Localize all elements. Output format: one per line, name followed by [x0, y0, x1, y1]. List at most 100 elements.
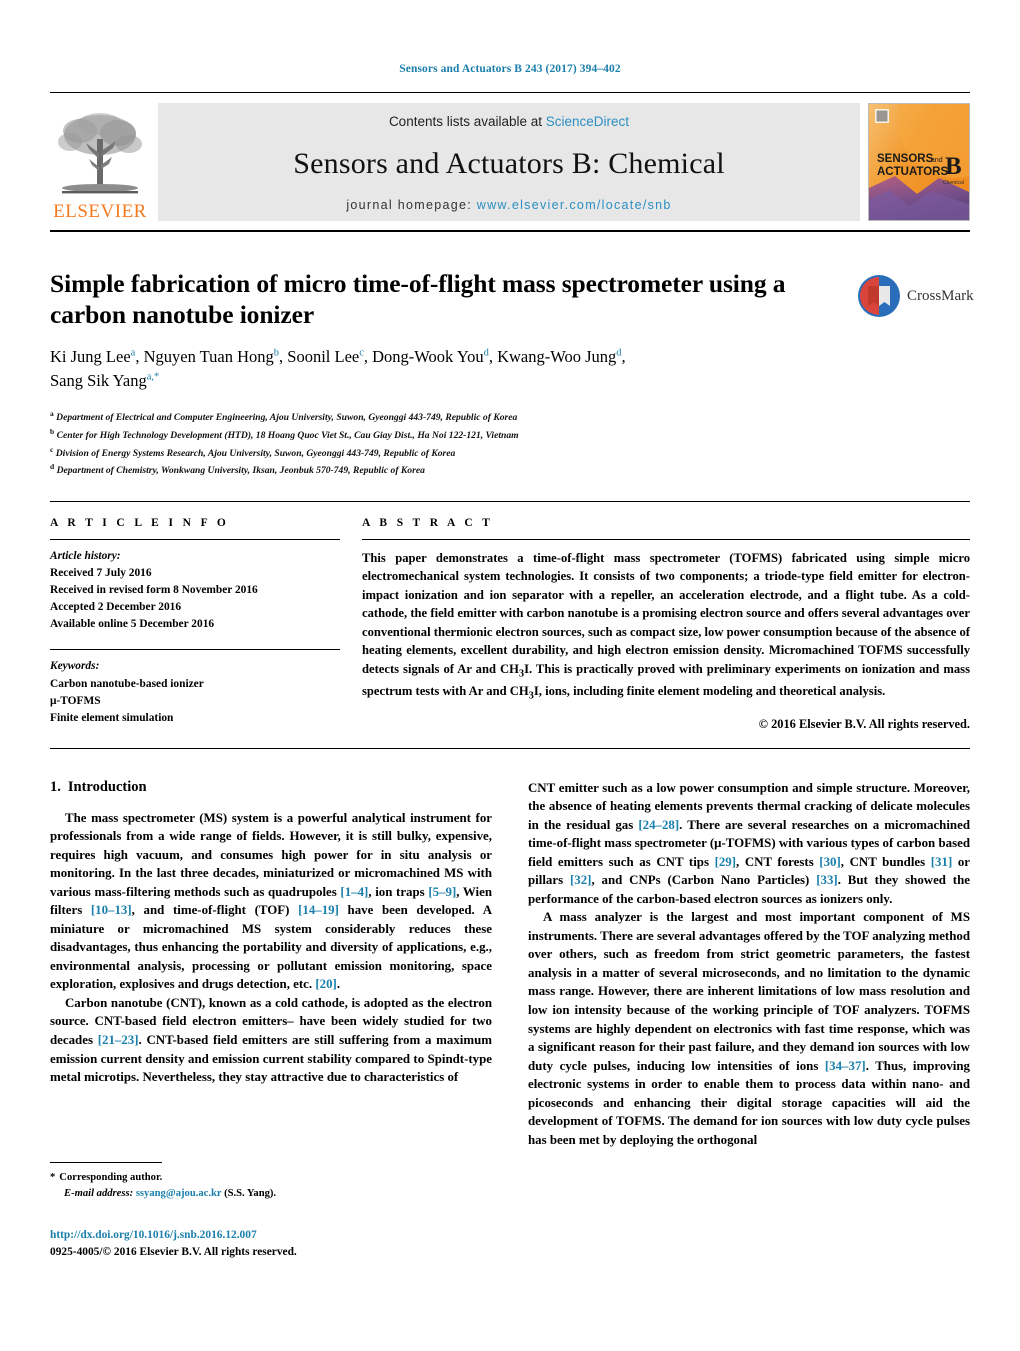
- citation-link[interactable]: [31]: [931, 855, 952, 869]
- elsevier-logo: ELSEVIER: [50, 103, 150, 221]
- citation-link[interactable]: [32]: [570, 873, 591, 887]
- svg-text:and: and: [931, 157, 943, 164]
- author-affil-marker: d: [483, 347, 489, 359]
- author-name: Soonil Lee: [287, 347, 360, 367]
- author-item[interactable]: Ki Jung Leea: [50, 347, 135, 366]
- footnote-corresponding-line: * Corresponding author.: [50, 1170, 468, 1186]
- contents-prefix: Contents lists available at: [388, 114, 546, 129]
- paragraph: CNT emitter such as a low power consumpt…: [528, 780, 971, 906]
- author-affil-marker: c: [359, 347, 364, 359]
- abstract-text: This paper demonstrates a time-of-flight…: [362, 549, 970, 704]
- keyword-item: Finite element simulation: [50, 711, 174, 724]
- email-label: E-mail address:: [64, 1188, 134, 1200]
- affiliation-text: Division of Energy Systems Research, Ajo…: [55, 447, 456, 459]
- author-name: Dong-Wook You: [372, 347, 484, 367]
- citation-link[interactable]: [14–19]: [298, 903, 339, 917]
- affiliation-text: Department of Chemistry, Wonkwang Univer…: [56, 465, 425, 477]
- journal-homepage-line: journal homepage: www.elsevier.com/locat…: [346, 198, 671, 212]
- svg-text:SENSORS: SENSORS: [877, 153, 934, 165]
- svg-text:ACTUATORS: ACTUATORS: [877, 166, 948, 178]
- elsevier-wordmark: ELSEVIER: [53, 201, 147, 222]
- affiliation-item: d Department of Chemistry, Wonkwang Univ…: [50, 461, 970, 479]
- article-info-column: A R T I C L E I N F O Article history: R…: [50, 517, 362, 732]
- author-name: Kwang-Woo Jung: [497, 347, 617, 367]
- article-page: Sensors and Actuators B 243 (2017) 394–4…: [0, 0, 1020, 1351]
- sciencedirect-link[interactable]: ScienceDirect: [546, 114, 629, 129]
- history-item: Accepted 2 December 2016: [50, 601, 182, 614]
- footer-doi-block: http://dx.doi.org/10.1016/j.snb.2016.12.…: [50, 1227, 297, 1261]
- citation-link[interactable]: [20]: [315, 977, 336, 991]
- affiliation-text: Center for High Technology Development (…: [56, 429, 519, 441]
- citation-link[interactable]: [5–9]: [428, 885, 456, 899]
- body-column-left: 1. Introduction The mass spectrometer (MS…: [50, 779, 492, 1149]
- article-history: Article history: Received 7 July 2016 Re…: [50, 548, 340, 634]
- paragraph: The mass spectrometer (MS) system is a p…: [50, 810, 493, 992]
- affiliation-marker: a: [50, 409, 54, 419]
- author-item[interactable]: Soonil Leec: [287, 347, 364, 366]
- section-number: 1.: [50, 778, 61, 795]
- citation-link[interactable]: [29]: [715, 855, 736, 869]
- journal-homepage-link[interactable]: www.elsevier.com/locate/snb: [477, 198, 672, 212]
- email-link[interactable]: ssyang@ajou.ac.kr: [136, 1188, 222, 1199]
- author-affil-marker: d: [616, 347, 622, 359]
- copyright-line: © 2016 Elsevier B.V. All rights reserved…: [758, 716, 970, 731]
- author-affil-marker: a: [130, 347, 136, 359]
- keywords-label: Keywords:: [50, 660, 100, 673]
- title-block: CrossMark Simple fabrication of micro ti…: [50, 268, 974, 392]
- crossmark-label: CrossMark: [907, 287, 974, 304]
- affiliation-item: b Center for High Technology Development…: [50, 426, 970, 444]
- citation-link[interactable]: [21–23]: [98, 1033, 139, 1047]
- cover-artwork: SENSORS and ACTUATORS B Chemical: [869, 104, 969, 220]
- citation-link[interactable]: [24–28]: [638, 818, 679, 832]
- crossmark-icon: [858, 275, 900, 317]
- body-column-right: CNT emitter such as a low power consumpt…: [528, 779, 970, 1149]
- banner-center: Contents lists available at ScienceDirec…: [158, 103, 860, 221]
- affiliation-item: a Department of Electrical and Computer …: [50, 408, 970, 426]
- article-info-heading: A R T I C L E I N F O: [50, 516, 230, 529]
- affiliation-list: a Department of Electrical and Computer …: [50, 408, 970, 479]
- citation-link[interactable]: [30]: [819, 855, 840, 869]
- article-info-divider: [50, 538, 340, 540]
- author-name: Nguyen Tuan Hong: [143, 347, 274, 367]
- doi-link[interactable]: http://dx.doi.org/10.1016/j.snb.2016.12.…: [50, 1227, 297, 1244]
- running-head: Sensors and Actuators B 243 (2017) 394–4…: [399, 63, 621, 75]
- keyword-item: Carbon nanotube-based ionizer: [50, 677, 204, 690]
- keywords-block: Keywords: Carbon nanotube-based ionizer …: [50, 658, 340, 726]
- keyword-item: μ-TOFMS: [50, 694, 101, 707]
- info-bottom-divider: [50, 747, 970, 749]
- journal-cover-thumbnail: SENSORS and ACTUATORS B Chemical: [868, 103, 970, 221]
- crossmark-badge[interactable]: CrossMark: [857, 270, 974, 322]
- author-name: Sang Sik Yang: [50, 370, 147, 390]
- author-item[interactable]: Kwang-Woo Jungd: [497, 347, 621, 366]
- abstract-part-1: This paper demonstrates a time-of-flight…: [362, 550, 970, 676]
- article-history-label: Article history:: [50, 549, 121, 562]
- abstract-part-3: I, ions, including finite element modeli…: [533, 683, 886, 698]
- footnote-body: * Corresponding author. E-mail address: s…: [50, 1170, 468, 1203]
- author-affil-marker: b: [273, 347, 280, 359]
- corresponding-author-footnote: * Corresponding author. E-mail address: s…: [50, 1162, 468, 1203]
- author-name: Ki Jung Lee: [50, 347, 131, 367]
- author-item[interactable]: Dong-Wook Youd: [372, 347, 489, 366]
- affiliation-text: Department of Electrical and Computer En…: [56, 412, 518, 424]
- abstract-divider: [362, 538, 970, 540]
- affiliation-marker: c: [50, 444, 54, 454]
- author-item[interactable]: Sang Sik Yanga,*: [50, 371, 159, 390]
- footnote-corresponding-text: Corresponding author.: [59, 1172, 163, 1183]
- author-affil-marker: a,*: [146, 371, 160, 383]
- history-item: Received in revised form 8 November 2016: [50, 584, 258, 597]
- body-columns: 1. Introduction The mass spectrometer (MS…: [50, 779, 970, 1149]
- footnote-email-line: E-mail address: ssyang@ajou.ac.kr (S.S. …: [50, 1186, 468, 1202]
- citation-link[interactable]: [33]: [816, 873, 837, 887]
- citation-link[interactable]: [1–4]: [340, 885, 368, 899]
- contents-line: Contents lists available at ScienceDirec…: [389, 114, 629, 129]
- paragraph: Carbon nanotube (CNT), known as a cold c…: [50, 995, 493, 1085]
- footnote-divider: [50, 1162, 162, 1163]
- homepage-prefix: journal homepage:: [346, 198, 477, 212]
- elsevier-tree-icon: [58, 113, 142, 194]
- affiliation-marker: b: [50, 426, 55, 436]
- author-item[interactable]: Nguyen Tuan Hongb: [144, 347, 279, 366]
- citation-link[interactable]: [34–37]: [825, 1059, 866, 1073]
- info-abstract-row: A R T I C L E I N F O Article history: R…: [50, 502, 970, 732]
- citation-link[interactable]: [10–13]: [91, 903, 132, 917]
- email-owner: (S.S. Yang).: [224, 1188, 277, 1200]
